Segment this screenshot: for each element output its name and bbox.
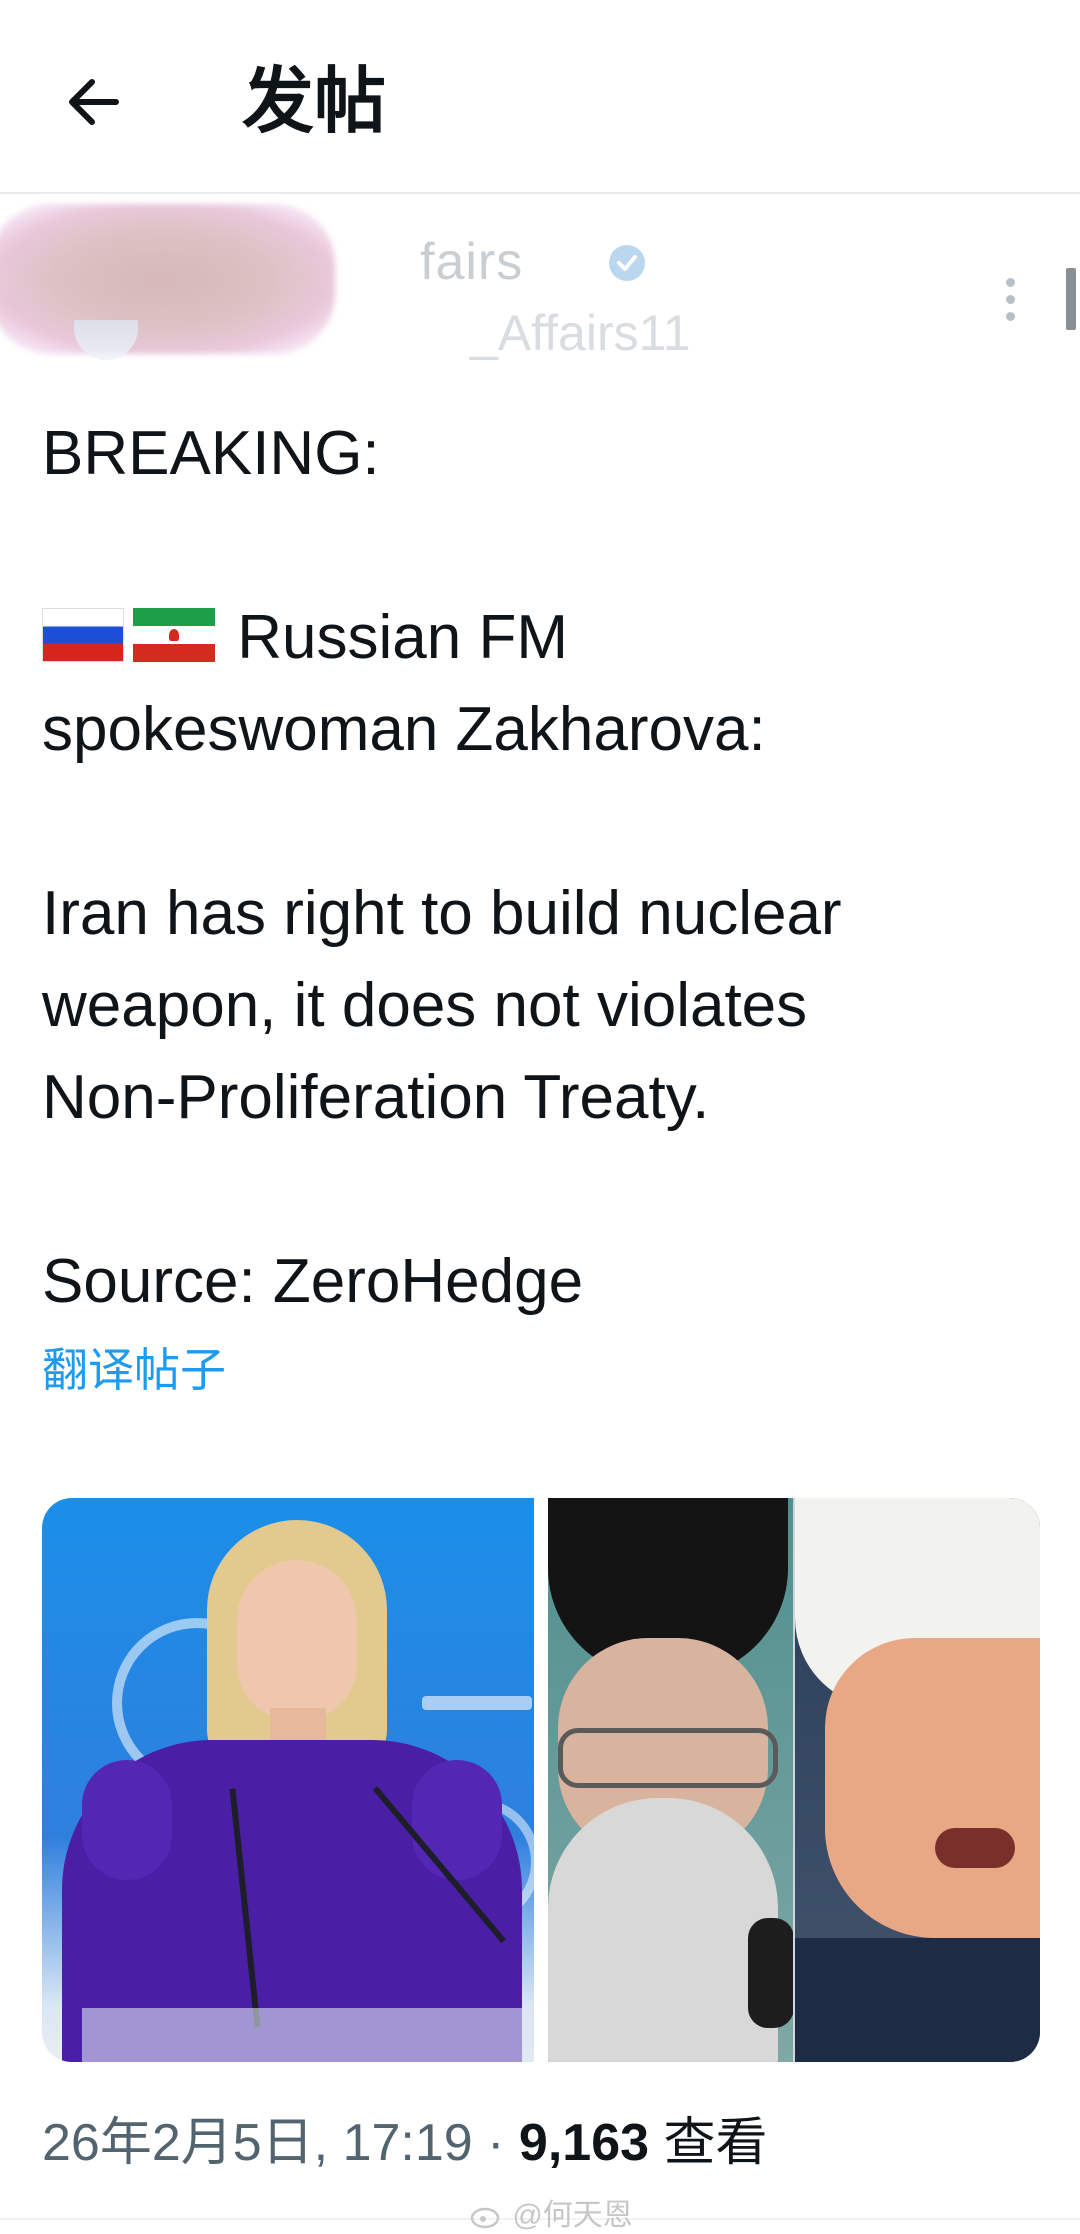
post-line: BREAKING: [42,419,380,488]
back-button[interactable] [58,66,130,138]
microphone-shape [748,1918,793,2028]
dot-icon [1005,294,1015,304]
media-grid [42,1498,1040,2062]
author-row: fairs _Affairs11 [0,192,1080,392]
author-display-name[interactable]: fairs [420,232,523,292]
post-text: BREAKING: Russian FM spokeswoman Zakharo… [42,408,1042,1328]
top-bar: 发帖 [0,0,1080,194]
post-line: Source: ZeroHedge [42,1247,584,1316]
post-line-flags: Russian FM [42,592,1042,684]
podium-shape [82,2008,534,2062]
view-count: 9,163 [518,2114,650,2172]
media-photo-2a[interactable] [548,1498,793,2062]
glasses-shape [558,1728,778,1788]
media-photo-1[interactable] [42,1498,534,2062]
arrow-left-icon [69,79,119,125]
person-face-shape [825,1638,1040,1938]
backdrop-text-shape [422,1696,532,1710]
beard-shape [548,1798,778,2062]
media-photo-2 [548,1498,1040,2062]
iran-flag-icon [133,608,215,662]
weibo-icon [470,2207,500,2229]
post-timestamp[interactable]: 26年2月5日, 17:19 [42,2114,473,2172]
post-line: Non-Proliferation Treaty. [42,1063,710,1132]
person-ruffle-shape [82,1760,172,1880]
verified-badge-icon [609,245,645,281]
avatar-globe-icon [74,320,138,360]
author-handle[interactable]: _Affairs11 [470,304,691,362]
avatar[interactable] [0,204,335,354]
more-options-button[interactable] [990,264,1030,334]
translate-post-link[interactable]: 翻译帖子 [42,1340,226,1400]
post-line: spokeswoman Zakharova: [42,695,766,764]
dot-icon [1005,277,1015,287]
post-meta: 26年2月5日, 17:19 · 9,163 查看 [42,2108,768,2178]
suit-shape [795,1938,1040,2062]
post-line-text: Russian FM [237,603,568,672]
watermark-text: @何天恩 [512,2199,633,2232]
person-face-shape [237,1560,357,1720]
watermark: @何天恩 [470,2190,633,2234]
russia-flag-icon [42,608,124,662]
media-photo-2b[interactable] [793,1498,1040,2062]
meta-separator: · [472,2114,519,2172]
view-count-label: 查看 [663,2114,768,2172]
page-title: 发帖 [242,62,387,142]
person-ruffle-shape [412,1760,502,1880]
post-line: Iran has right to build nuclear [42,879,842,948]
post-line: weapon, it does not violates [42,971,808,1040]
dot-icon [1005,311,1015,321]
scrollbar-thumb[interactable] [1066,268,1076,330]
person-mouth-shape [935,1828,1015,1868]
